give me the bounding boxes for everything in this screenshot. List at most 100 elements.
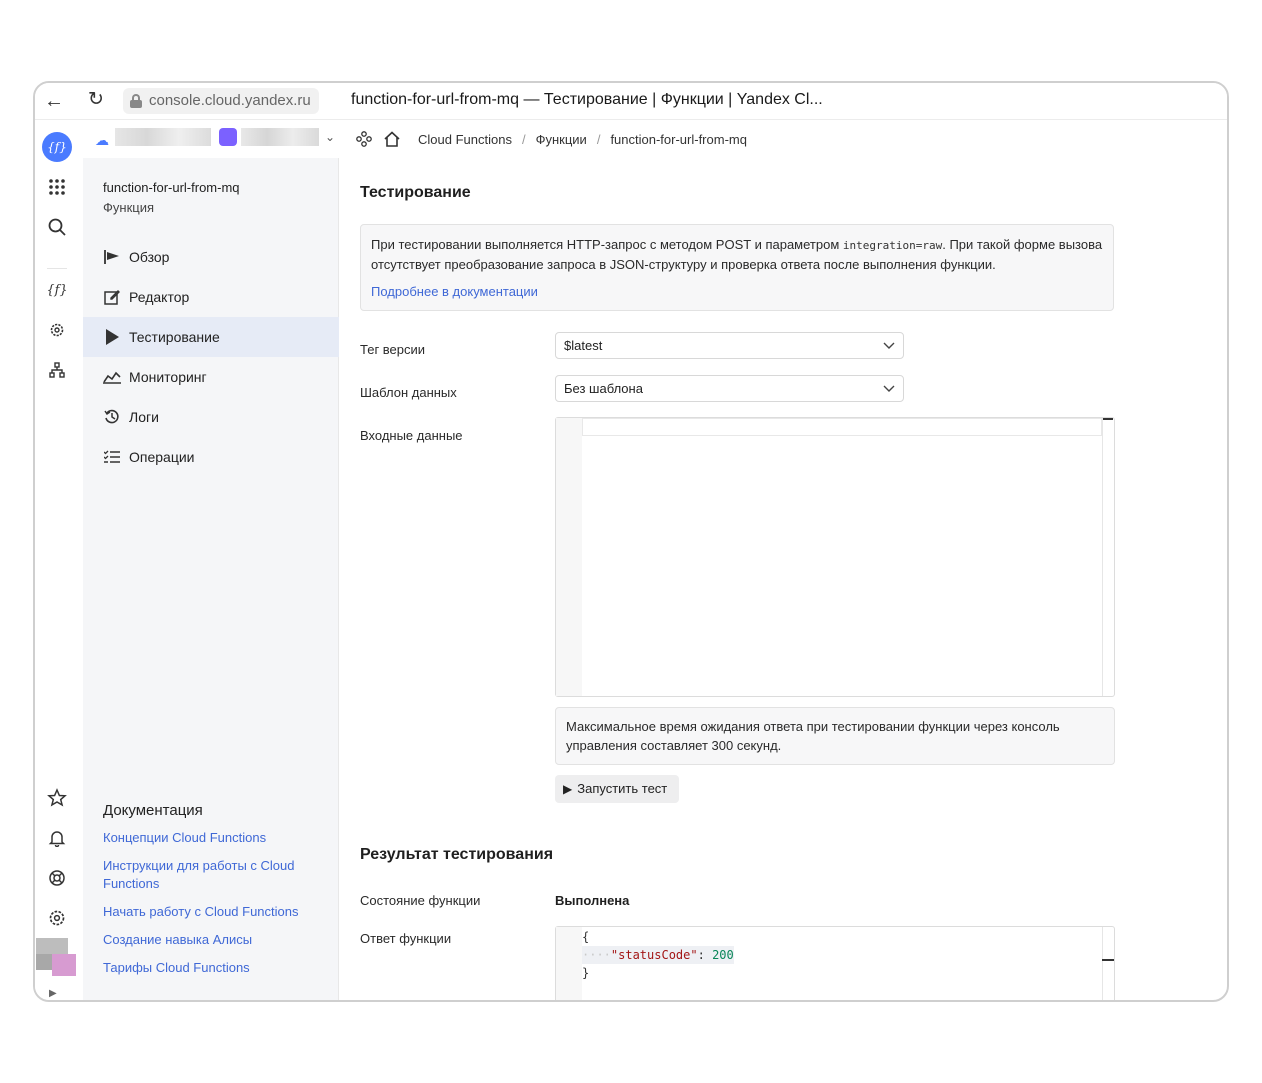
folder-icon (219, 128, 237, 146)
json-key: "statusCode" (610, 948, 698, 962)
sidebar-item-label: Тестирование (129, 329, 220, 345)
template-select[interactable]: Без шаблона (555, 375, 904, 402)
chart-icon (103, 368, 121, 386)
run-test-label: Запустить тест (577, 781, 668, 796)
breadcrumb-cloud-functions[interactable]: Cloud Functions (418, 132, 512, 147)
cloud-name-redacted (115, 128, 211, 146)
docs-link-alice-skill[interactable]: Создание навыка Алисы (103, 931, 323, 949)
docs-link-pricing[interactable]: Тарифы Cloud Functions (103, 959, 323, 977)
browser-toolbar: ← ↻ console.cloud.yandex.ru function-for… (35, 83, 1227, 120)
timeout-note: Максимальное время ожидания ответа при т… (555, 707, 1115, 765)
editor-current-line[interactable] (582, 418, 1102, 436)
version-tag-select[interactable]: $latest (555, 332, 904, 359)
response-line-open: { (582, 930, 590, 944)
docs-more-link[interactable]: Подробнее в документации (371, 282, 1103, 301)
version-tag-label: Тег версии (360, 342, 426, 357)
editor-scrollbar[interactable] (1102, 418, 1114, 696)
function-state-label: Состояние функции (360, 893, 481, 908)
expand-rail-icon[interactable]: ▶ (49, 988, 57, 999)
reload-icon[interactable]: ↻ (85, 89, 107, 111)
settings-gear-icon[interactable] (42, 903, 72, 933)
function-state-value: Выполнена (555, 893, 630, 908)
response-line-close: } (582, 966, 590, 980)
docs-link-instructions[interactable]: Инструкции для работы с Cloud Functions (103, 857, 323, 893)
template-label: Шаблон данных (360, 385, 457, 400)
edit-icon (103, 288, 121, 306)
sidebar-item-label: Редактор (129, 289, 190, 305)
json-value: 200 (712, 948, 734, 962)
sidebar-item-label: Обзор (129, 249, 170, 265)
support-lifebuoy-icon[interactable] (42, 863, 72, 893)
breadcrumb-current-function: function-for-url-from-mq (610, 131, 747, 147)
docs-link-getting-started[interactable]: Начать работу с Cloud Functions (103, 903, 323, 921)
response-line-status: ····"statusCode": 200 (582, 946, 734, 964)
sidebar-item-testing[interactable]: Тестирование (83, 317, 339, 357)
function-response-viewer[interactable]: { ····"statusCode": 200 } (555, 926, 1115, 1000)
sidebar-item-editor[interactable]: Редактор (83, 277, 339, 317)
breadcrumb-separator: / (596, 131, 601, 147)
info-text: При тестировании выполняется HTTP-запрос… (371, 235, 1103, 274)
chevron-down-icon (883, 376, 895, 411)
sidebar-item-monitoring[interactable]: Мониторинг (83, 357, 339, 397)
play-icon: ▶ (563, 782, 573, 796)
favorites-star-icon[interactable] (42, 783, 72, 813)
functions-service-icon[interactable]: {f} (42, 132, 72, 162)
folder-name-redacted (241, 128, 319, 146)
cloud-folder-selector[interactable]: ☁ ⌄ (83, 120, 339, 158)
run-test-button[interactable]: ▶ Запустить тест (555, 775, 680, 803)
notifications-bell-icon[interactable] (42, 823, 72, 853)
search-icon[interactable] (42, 212, 72, 242)
home-icon[interactable] (382, 129, 402, 149)
sidebar-item-label: Мониторинг (129, 369, 207, 385)
hierarchy-icon[interactable] (354, 129, 374, 149)
all-services-grid-icon[interactable] (42, 172, 72, 202)
editor-gutter (556, 418, 582, 696)
result-title: Результат тестирования (360, 846, 554, 863)
history-icon (103, 408, 121, 426)
sidebar-nav: Обзор Редактор Тестирование Мониторинг Л… (83, 237, 339, 477)
settings-gear-small-icon[interactable] (42, 315, 72, 345)
docs-link-concepts[interactable]: Концепции Cloud Functions (103, 829, 323, 847)
cloud-icon: ☁ (95, 132, 109, 148)
function-name: function-for-url-from-mq (103, 180, 240, 195)
breadcrumb: Cloud Functions / Функции / function-for… (340, 120, 757, 158)
address-bar[interactable]: console.cloud.yandex.ru (123, 88, 319, 114)
sidebar-item-label: Логи (129, 409, 159, 425)
input-data-editor[interactable] (555, 417, 1115, 697)
response-gutter (556, 927, 582, 1000)
docs-title: Документация (103, 802, 203, 819)
template-value: Без шаблона (564, 381, 643, 396)
function-response-label: Ответ функции (360, 931, 452, 946)
chevron-down-icon[interactable]: ⌄ (325, 130, 335, 144)
browser-window: ← ↻ console.cloud.yandex.ru function-for… (33, 81, 1229, 1002)
back-arrow-icon[interactable]: ← (43, 90, 65, 112)
json-colon: : (697, 948, 713, 962)
user-avatar[interactable] (36, 938, 76, 978)
overview-flag-icon (103, 248, 121, 266)
breadcrumb-functions[interactable]: Функции (536, 132, 587, 147)
function-type: Функция (103, 200, 154, 215)
response-scrollbar[interactable] (1102, 927, 1114, 1000)
info-code: integration=raw (842, 239, 943, 252)
version-tag-value: $latest (564, 338, 603, 353)
network-icon[interactable] (42, 355, 72, 385)
info-text-part: При тестировании выполняется HTTP-запрос… (371, 237, 843, 252)
function-sidebar: ☁ ⌄ function-for-url-from-mq Функция Обз… (83, 120, 339, 1000)
page-title: Тестирование (360, 184, 471, 201)
main-content: Тестирование При тестировании выполняетс… (340, 158, 1227, 1000)
functions-icon[interactable]: {f} (42, 275, 72, 305)
list-icon (103, 448, 121, 466)
lock-icon (130, 94, 142, 108)
play-icon (103, 328, 121, 346)
breadcrumb-separator: / (521, 131, 526, 147)
services-rail: {f} {f} ▶ (35, 120, 81, 1000)
url-text: console.cloud.yandex.ru (149, 92, 311, 109)
tab-title: function-for-url-from-mq — Тестирование … (351, 91, 823, 108)
sidebar-item-overview[interactable]: Обзор (83, 237, 339, 277)
chevron-down-icon (883, 333, 895, 368)
sidebar-item-label: Операции (129, 449, 195, 465)
sidebar-item-logs[interactable]: Логи (83, 397, 339, 437)
rail-divider (47, 268, 67, 269)
sidebar-item-operations[interactable]: Операции (83, 437, 339, 477)
input-data-label: Входные данные (360, 428, 463, 443)
